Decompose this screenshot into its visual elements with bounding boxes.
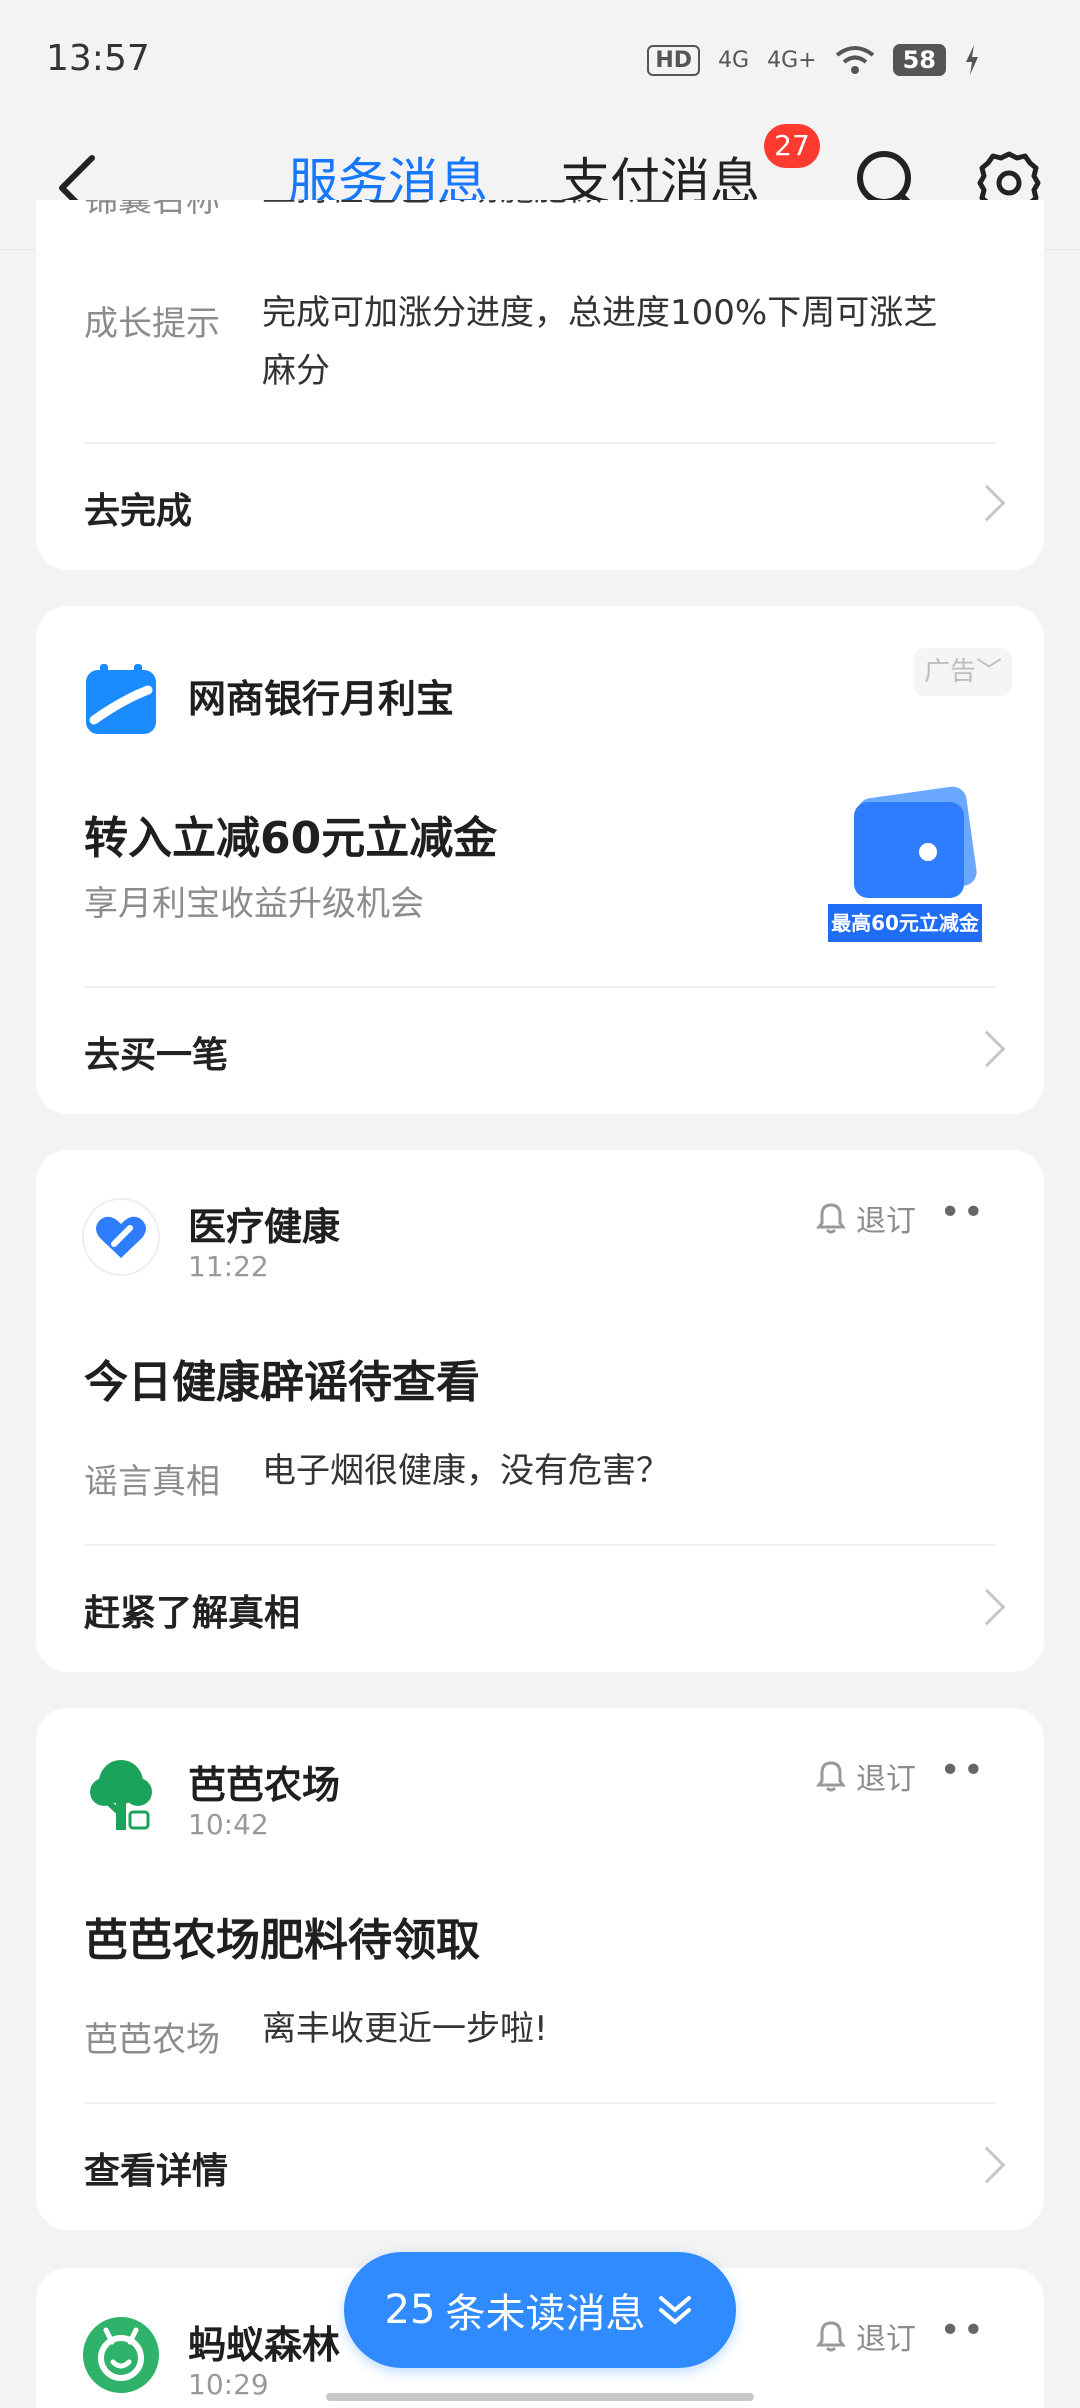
divider — [84, 986, 996, 988]
message-title: 芭芭农场肥料待领取 — [84, 1915, 480, 1966]
unread-count: 25 — [384, 2287, 436, 2333]
ad-tag[interactable]: 广告﹀ — [914, 648, 1012, 696]
message-card-ad-bank: 网商银行月利宝 广告﹀ 转入立减60元立减金 享月利宝收益升级机会 最高60元立… — [36, 606, 1044, 1114]
row-text: 电子烟很健康，没有危害？ — [262, 1451, 670, 1491]
forest-icon — [83, 2317, 159, 2393]
action-learn-truth-button[interactable]: 赶紧了解真相 — [84, 1584, 300, 1636]
wallet-image: 最高60元立减金 — [828, 774, 996, 958]
row-text: 离丰收更近一步啦! — [262, 2009, 548, 2049]
status-bar: 13:57 HD 4G 4G+ 58 — [0, 0, 1080, 120]
divider — [84, 1544, 996, 1546]
battery-icon: 58 — [892, 44, 946, 76]
message-subtitle: 享月利宝收益升级机会 — [84, 884, 424, 924]
message-title: 转入立减60元立减金 — [84, 813, 498, 864]
wallet-icon — [854, 786, 977, 898]
unread-badge: 27 — [764, 124, 820, 168]
network-4g-plus-icon: 4G+ — [767, 47, 817, 73]
divider — [84, 2102, 996, 2104]
row-text-tip-line2: 麻分 — [262, 351, 330, 391]
unsubscribe-label: 退订 — [856, 1762, 916, 1797]
action-buy-button[interactable]: 去买一笔 — [84, 1026, 228, 1078]
row-label: 谣言真相 — [84, 1462, 220, 1502]
hd-icon: HD — [647, 44, 701, 76]
row-label-tip: 成长提示 — [84, 304, 220, 344]
action-complete-button[interactable]: 去完成 — [84, 482, 192, 534]
home-indicator[interactable] — [326, 2393, 754, 2401]
message-time: 10:42 — [188, 1808, 269, 1841]
charging-icon — [966, 45, 978, 75]
unsubscribe-label: 退订 — [856, 1204, 916, 1239]
message-title: 今日健康辟谣待查看 — [84, 1357, 480, 1408]
bell-icon — [816, 2321, 846, 2352]
message-card-farm: 芭芭农场 10:42 退订 •• 芭芭农场肥料待领取 芭芭农场 离丰收更近一步啦… — [36, 1708, 1044, 2230]
unsubscribe-button[interactable]: 退订 — [816, 2314, 916, 2358]
app-name: 芭芭农场 — [188, 1763, 341, 1807]
divider — [84, 442, 996, 444]
wallet-banner: 最高60元立减金 — [828, 904, 982, 942]
more-icon[interactable]: •• — [940, 2310, 986, 2351]
chevron-right-icon[interactable] — [968, 1030, 1006, 1068]
app-name: 网商银行月利宝 — [188, 677, 455, 721]
unread-messages-button[interactable]: 25 条未读消息 — [344, 2252, 736, 2368]
unsubscribe-button[interactable]: 退订 — [816, 1196, 916, 1240]
double-chevron-down-icon — [659, 2296, 692, 2325]
chevron-right-icon[interactable] — [968, 484, 1006, 522]
unsubscribe-label: 退订 — [856, 2322, 916, 2357]
row-label: 芭芭农场 — [84, 2020, 220, 2060]
network-4g-icon: 4G — [718, 47, 750, 73]
message-card-zhima: 锦囊名称 坚持在芭芭农场施肥做公益 成长提示 完成可加涨分进度，总进度100%下… — [36, 200, 1044, 570]
row-label-partial: 锦囊名称 — [84, 200, 220, 220]
unread-label: 条未读消息 — [445, 2291, 646, 2337]
ad-label: 广告 — [923, 657, 976, 687]
more-icon[interactable]: •• — [940, 1192, 986, 1233]
mybank-icon — [86, 664, 156, 734]
row-text-tip-line1: 完成可加涨分进度，总进度100%下周可涨芝 — [262, 293, 938, 333]
bell-icon — [816, 1203, 846, 1234]
row-text-partial: 坚持在芭芭农场施肥做公益 — [262, 200, 670, 218]
message-time: 11:22 — [188, 1250, 269, 1283]
message-time: 10:29 — [188, 2368, 269, 2401]
app-name: 医疗健康 — [188, 1205, 341, 1249]
health-heart-icon — [82, 1198, 160, 1276]
chevron-right-icon[interactable] — [968, 2146, 1006, 2184]
chevron-right-icon[interactable] — [968, 1588, 1006, 1626]
status-time: 13:57 — [46, 38, 150, 79]
bell-icon — [816, 1761, 846, 1792]
app-name: 蚂蚁森林 — [188, 2323, 341, 2367]
action-view-details-button[interactable]: 查看详情 — [84, 2142, 228, 2194]
message-card-health: 医疗健康 11:22 退订 •• 今日健康辟谣待查看 谣言真相 电子烟很健康，没… — [36, 1150, 1044, 1672]
more-icon[interactable]: •• — [940, 1750, 986, 1791]
chevron-down-icon: ﹀ — [976, 657, 1003, 687]
unsubscribe-button[interactable]: 退订 — [816, 1754, 916, 1798]
farm-tree-icon — [90, 1760, 152, 1830]
wifi-icon — [835, 46, 874, 74]
status-icons: HD 4G 4G+ 58 — [647, 44, 980, 76]
